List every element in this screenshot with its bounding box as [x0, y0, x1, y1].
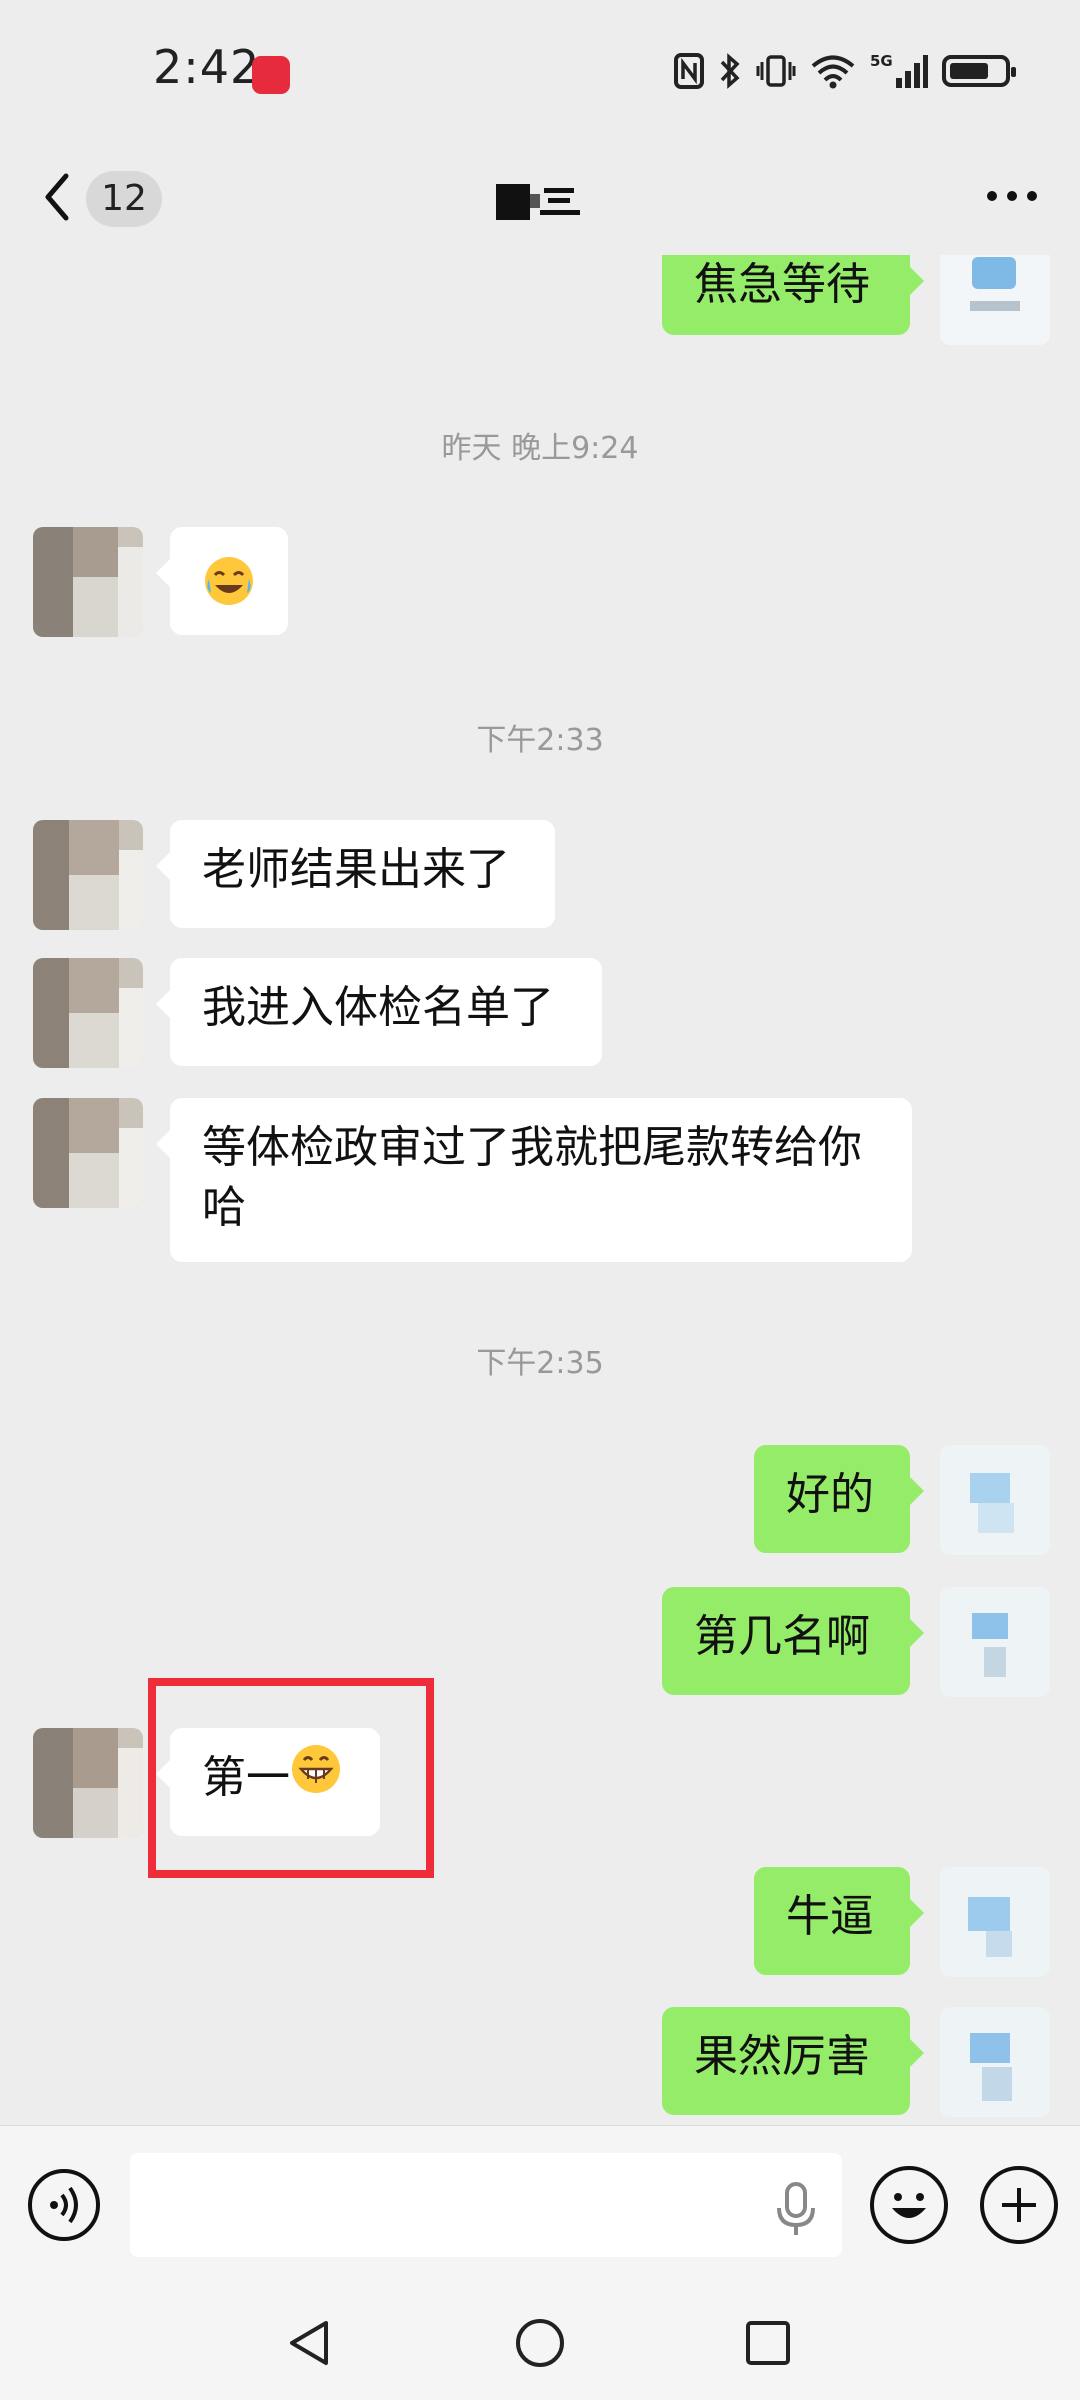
smiley-icon	[892, 2193, 926, 2218]
nav-recents-button[interactable]	[740, 2315, 796, 2371]
more-dots-icon	[987, 191, 1037, 201]
system-navigation-bar	[0, 2285, 1080, 2400]
more-actions-button[interactable]	[980, 2166, 1058, 2244]
timestamp: 昨天 晚上9:24	[441, 431, 639, 466]
incoming-message[interactable]: 老师结果出来了	[156, 820, 555, 928]
wifi-icon	[810, 52, 856, 90]
my-avatar[interactable]	[940, 255, 1050, 345]
outgoing-message[interactable]: 牛逼	[754, 1867, 924, 1975]
chat-header: 12	[0, 140, 1080, 255]
plus-icon	[1002, 2188, 1036, 2222]
unread-count-badge[interactable]: 12	[86, 171, 162, 227]
message-input[interactable]	[130, 2153, 842, 2257]
contact-avatar[interactable]	[33, 527, 143, 637]
outgoing-message[interactable]: 果然厉害	[662, 2007, 924, 2115]
timestamp: 下午2:35	[476, 1346, 604, 1381]
chevron-left-icon	[45, 173, 69, 221]
xiaohongshu-app-icon	[252, 56, 290, 94]
contact-avatar[interactable]	[33, 958, 143, 1068]
microphone-icon[interactable]	[770, 2181, 822, 2239]
network-label: 5G	[870, 52, 893, 70]
battery-icon	[942, 52, 1016, 90]
laughing-crying-emoji-icon	[203, 557, 255, 618]
outgoing-message[interactable]: 好的	[754, 1445, 924, 1553]
nfc-icon	[674, 52, 704, 90]
status-icons: 5G	[674, 52, 1016, 90]
highlight-box	[148, 1678, 434, 1878]
my-avatar[interactable]	[940, 1587, 1050, 1697]
square-recents-icon	[746, 2321, 790, 2365]
bluetooth-icon	[718, 52, 742, 90]
signal-5g-icon: 5G	[870, 52, 928, 90]
my-avatar[interactable]	[940, 1867, 1050, 1977]
incoming-message[interactable]	[156, 527, 288, 635]
triangle-back-icon	[290, 2321, 328, 2365]
my-avatar[interactable]	[940, 1445, 1050, 1555]
contact-avatar[interactable]	[33, 820, 143, 930]
nav-back-button[interactable]	[282, 2315, 338, 2371]
contact-avatar[interactable]	[33, 1728, 143, 1838]
incoming-message[interactable]: 我进入体检名单了	[156, 958, 602, 1066]
contact-name-redacted	[496, 180, 582, 222]
my-avatar[interactable]	[940, 2007, 1050, 2117]
status-bar: 2:42 5G	[0, 0, 1080, 140]
circle-home-icon	[516, 2319, 564, 2367]
more-options-button[interactable]	[984, 176, 1040, 216]
voice-mode-button[interactable]	[28, 2169, 100, 2241]
incoming-message[interactable]: 等体检政审过了我就把尾款转给你哈	[156, 1098, 912, 1262]
contact-avatar[interactable]	[33, 1098, 143, 1208]
nav-home-button[interactable]	[512, 2315, 568, 2371]
emoji-picker-button[interactable]	[870, 2166, 948, 2244]
vibrate-icon	[756, 52, 796, 90]
input-bar	[0, 2125, 1080, 2286]
outgoing-message[interactable]: 第几名啊	[662, 1587, 924, 1695]
outgoing-message[interactable]: 焦急等待	[662, 255, 924, 335]
voice-wave-icon	[50, 2186, 78, 2224]
status-time: 2:42	[153, 40, 261, 94]
timestamp: 下午2:33	[476, 723, 604, 758]
